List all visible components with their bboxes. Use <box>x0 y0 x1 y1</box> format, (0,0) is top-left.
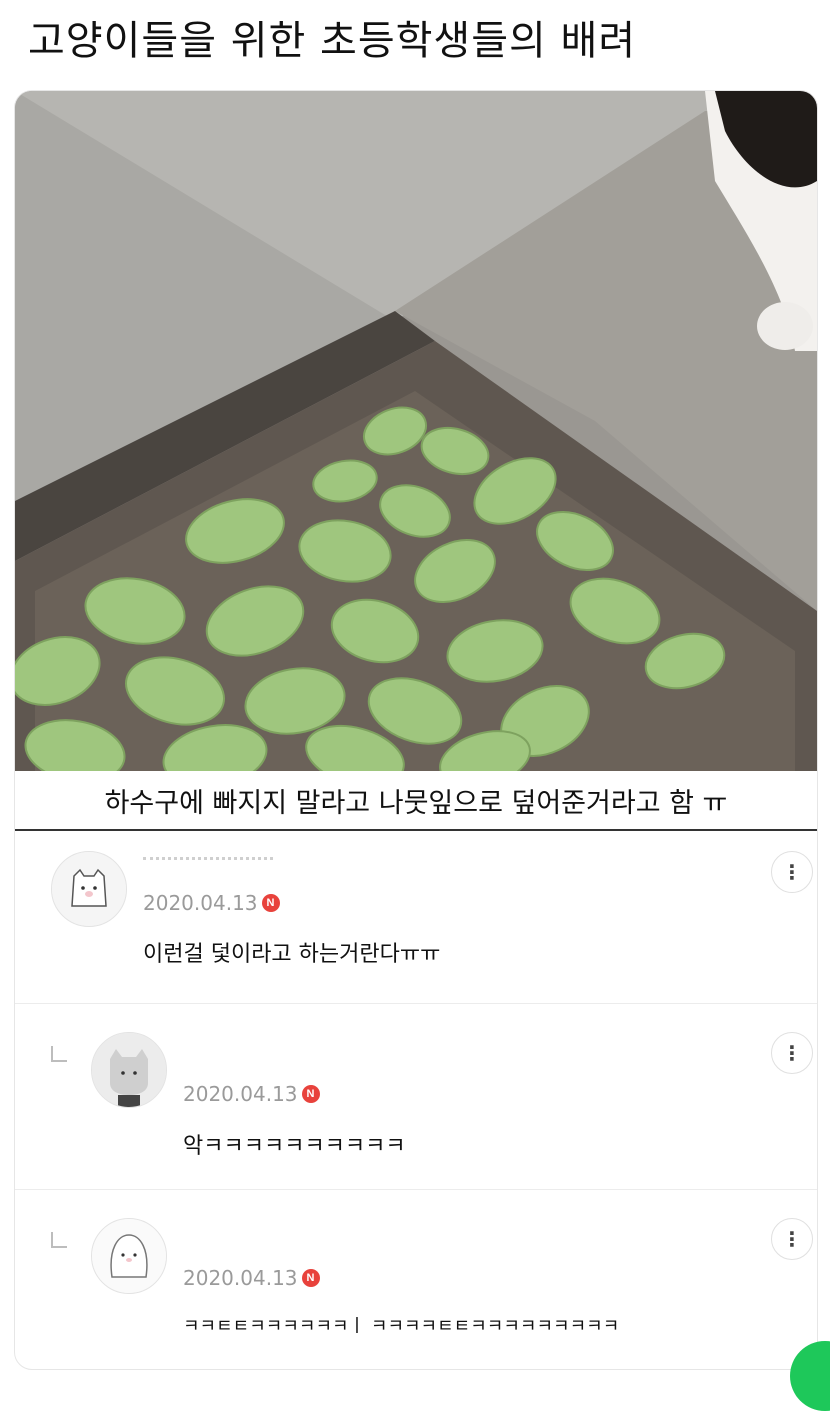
comment-text: 이런걸 덫이라고 하는거란다ㅠㅠ <box>143 942 441 967</box>
reply-arrow-icon <box>51 1232 67 1248</box>
comment-date: 2020.04.13 N <box>183 1266 320 1290</box>
comment-text: 악ㅋㅋㅋㅋㅋㅋㅋㅋㅋㅋ <box>183 1134 406 1159</box>
avatar[interactable] <box>51 851 127 927</box>
reply-arrow-icon <box>51 1046 67 1062</box>
reply-item: 2020.04.13 N ㅋㅋㅌㅌㅋㅋㅋㅋㅋㅋㅣ ㅋㅋㅋㅋㅌㅌㅋㅋㅋㅋㅋㅋㅋㅋㅋ… <box>15 1189 817 1369</box>
photo-caption: 하수구에 빠지지 말라고 나뭇잎으로 덮어준거라고 함 ㅠ <box>104 788 728 819</box>
comment-text: ㅋㅋㅌㅌㅋㅋㅋㅋㅋㅋㅣ ㅋㅋㅋㅋㅌㅌㅋㅋㅋㅋㅋㅋㅋㅋㅋ <box>183 1316 620 1337</box>
post-card: 하수구에 빠지지 말라고 나뭇잎으로 덮어준거라고 함 ㅠ 2020.04.13… <box>14 90 818 1370</box>
new-badge: N <box>301 1269 320 1287</box>
avatar[interactable] <box>91 1032 167 1108</box>
more-options-button[interactable]: ⋮ <box>771 1032 813 1074</box>
comment-date: 2020.04.13 N <box>183 1082 320 1106</box>
reply-item: 2020.04.13 N 악ㅋㅋㅋㅋㅋㅋㅋㅋㅋㅋ ⋮ <box>15 1003 817 1190</box>
more-options-button[interactable]: ⋮ <box>771 1218 813 1260</box>
new-badge: N <box>261 894 280 912</box>
post-title: 고양이들을 위한 초등학생들의 배려 <box>28 18 637 64</box>
author-name <box>143 857 273 864</box>
post-photo <box>15 91 817 771</box>
avatar[interactable] <box>91 1218 167 1294</box>
comment-item: 2020.04.13 N 이런걸 덫이라고 하는거란다ㅠㅠ ⋮ <box>15 831 817 1003</box>
comment-date: 2020.04.13 N <box>143 891 280 915</box>
new-badge: N <box>301 1085 320 1103</box>
more-options-button[interactable]: ⋮ <box>771 851 813 893</box>
